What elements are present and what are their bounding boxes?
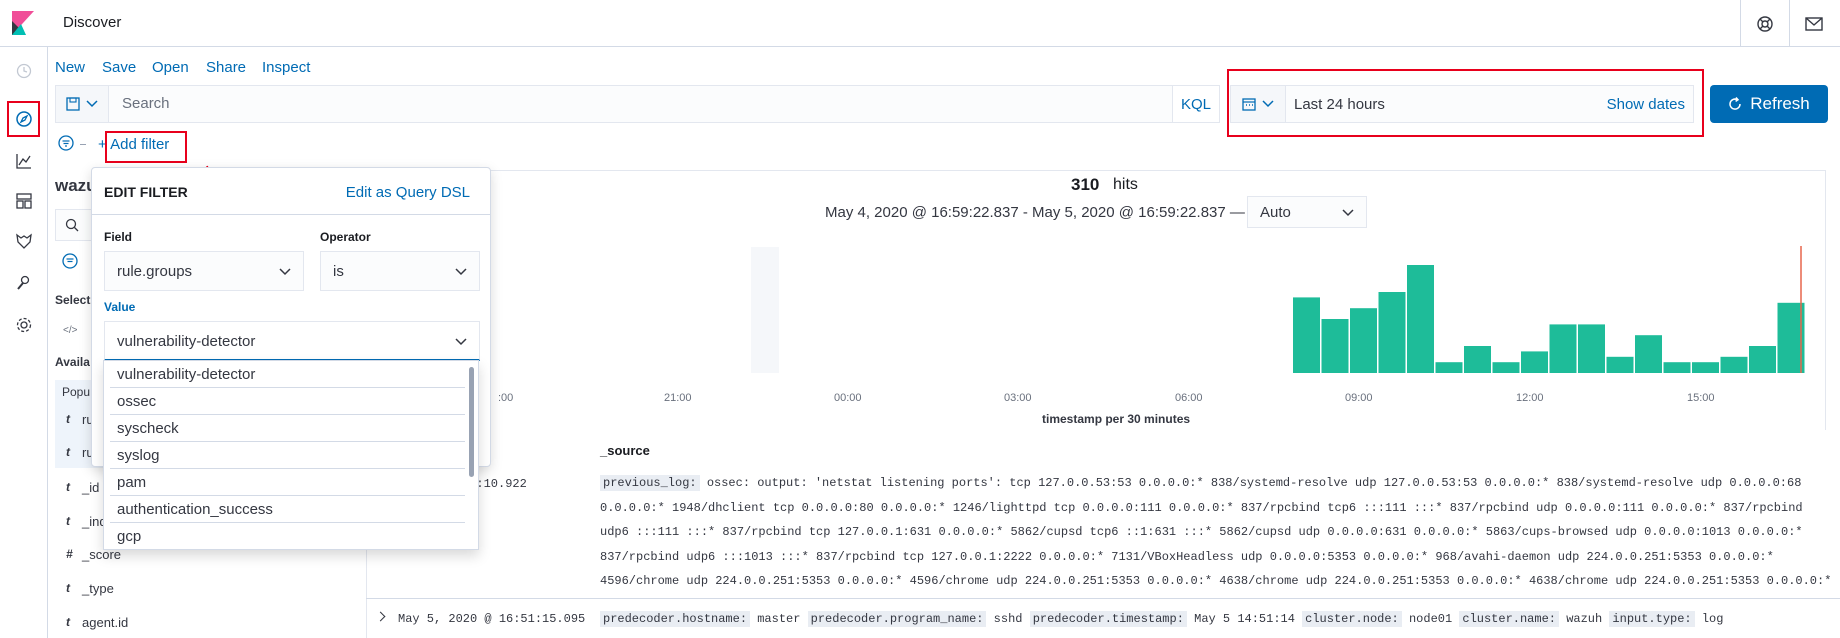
operator-label: Operator <box>320 230 371 244</box>
option-divider <box>110 414 465 415</box>
option-item[interactable]: syscheck <box>117 420 179 437</box>
field-value: rule.groups <box>117 263 193 280</box>
value-combobox[interactable]: vulnerability-detector <box>104 321 480 361</box>
value-value: vulnerability-detector <box>117 333 256 350</box>
field-combobox[interactable]: rule.groups <box>104 251 304 291</box>
option-divider <box>110 441 465 442</box>
operator-combobox[interactable]: is <box>320 251 480 291</box>
option-item[interactable]: gcp <box>117 528 141 545</box>
option-divider <box>110 387 465 388</box>
option-divider <box>110 495 465 496</box>
value-options-list[interactable]: vulnerability-detector ossec syscheck sy… <box>103 360 479 550</box>
option-item[interactable]: syslog <box>117 447 160 464</box>
option-divider <box>110 468 465 469</box>
chevron-down-icon <box>279 268 291 276</box>
option-item[interactable]: ossec <box>117 393 156 410</box>
edit-query-dsl-link[interactable]: Edit as Query DSL <box>346 184 470 201</box>
option-item[interactable]: pam <box>117 474 146 491</box>
field-label: Field <box>104 230 133 244</box>
dropdown-scrollbar[interactable] <box>469 367 474 477</box>
popover-divider <box>92 214 490 215</box>
value-label: Value <box>104 300 136 314</box>
popover-title: EDIT FILTER <box>104 184 188 200</box>
option-item[interactable]: authentication_success <box>117 501 273 518</box>
chevron-down-icon <box>455 338 467 346</box>
chevron-down-icon <box>455 268 467 276</box>
option-divider <box>110 522 465 523</box>
operator-value: is <box>333 263 344 280</box>
option-item[interactable]: vulnerability-detector <box>117 366 255 383</box>
